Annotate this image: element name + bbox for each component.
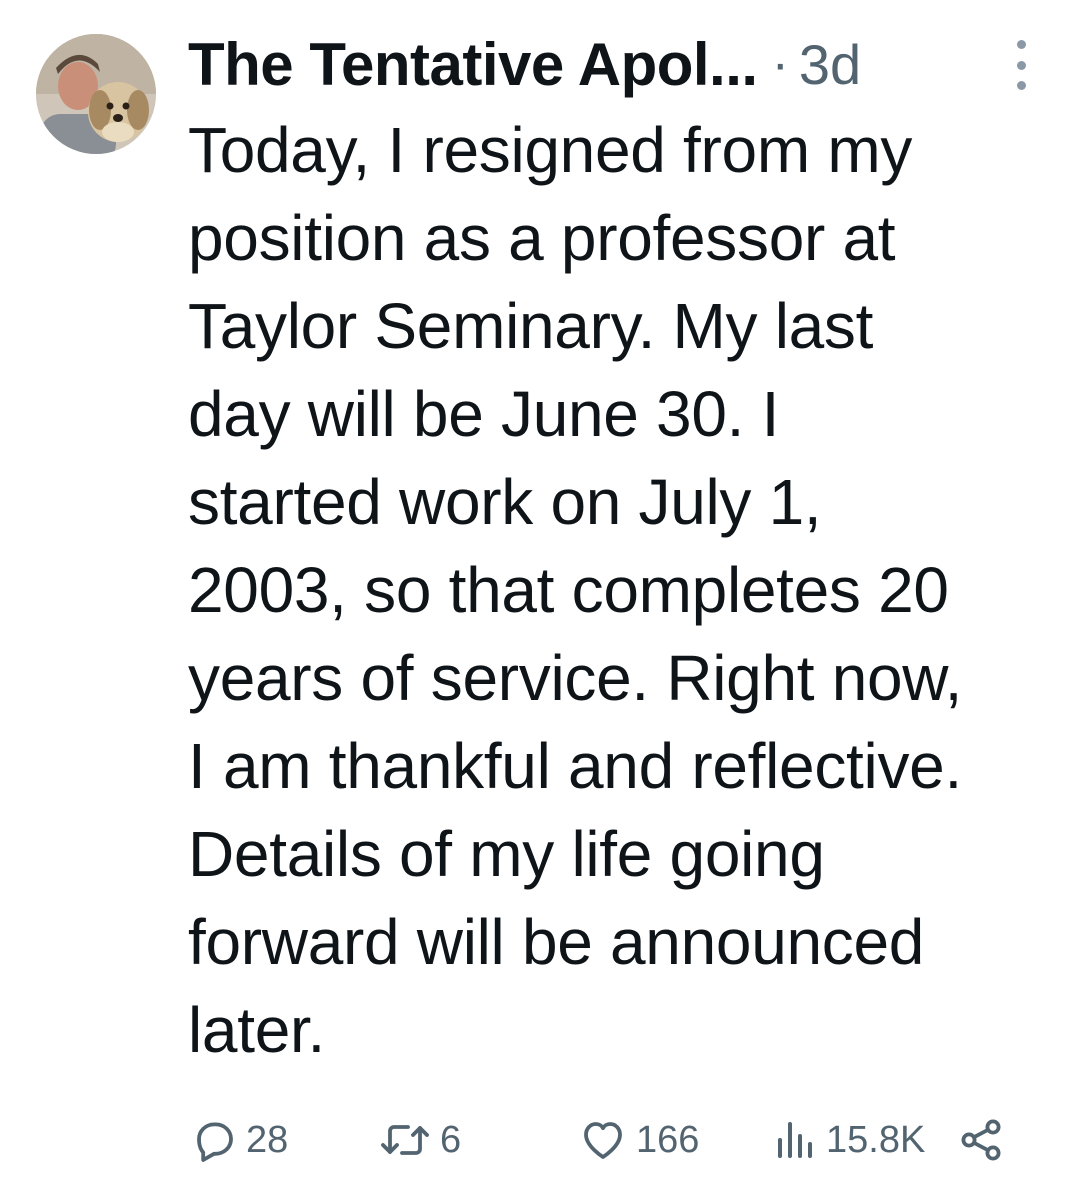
tweet-header: The Tentative Apol... · 3d (188, 26, 861, 102)
reply-count: 28 (246, 1118, 289, 1161)
tweet-text-line: later. (188, 994, 325, 1066)
reply-button[interactable]: 28 (190, 1112, 288, 1168)
tweet-text-line: I am thankful and reflective. (188, 730, 962, 802)
more-options-icon[interactable] (1006, 40, 1036, 90)
tweet-text: Today, I resigned from my position as a … (188, 106, 1068, 1074)
tweet-text-line: position as a professor at (188, 202, 896, 274)
tweet-text-line: forward will be announced (188, 906, 925, 978)
share-button[interactable] (958, 1112, 1014, 1168)
tweet-actions-bar: 28 6 166 15.8K (190, 1112, 1030, 1168)
views-button[interactable]: 15.8K (770, 1112, 925, 1168)
tweet[interactable]: The Tentative Apol... · 3d Today, I resi… (0, 0, 1080, 1182)
views-count: 15.8K (826, 1118, 926, 1161)
avatar[interactable] (36, 34, 156, 154)
views-icon (778, 1122, 812, 1158)
reply-icon (197, 1122, 233, 1162)
retweet-button[interactable]: 6 (378, 1112, 461, 1168)
separator-dot: · (771, 35, 789, 93)
share-icon (961, 1119, 1001, 1161)
tweet-text-line: 2003, so that completes 20 (188, 554, 949, 626)
heart-icon (584, 1122, 622, 1159)
tweet-text-line: Taylor Seminary. My last (188, 290, 874, 362)
retweet-icon (381, 1125, 429, 1155)
tweet-text-line: started work on July 1, (188, 466, 822, 538)
tweet-text-line: day will be June 30. I (188, 378, 780, 450)
tweet-text-line: years of service. Right now, (188, 642, 963, 714)
author-name[interactable]: The Tentative Apol... (188, 30, 758, 99)
retweet-count: 6 (440, 1118, 462, 1161)
like-count: 166 (636, 1118, 700, 1161)
tweet-text-line: Today, I resigned from my (188, 114, 913, 186)
like-button[interactable]: 166 (578, 1112, 699, 1168)
timestamp[interactable]: 3d (799, 32, 861, 97)
tweet-text-line: Details of my life going (188, 818, 825, 890)
